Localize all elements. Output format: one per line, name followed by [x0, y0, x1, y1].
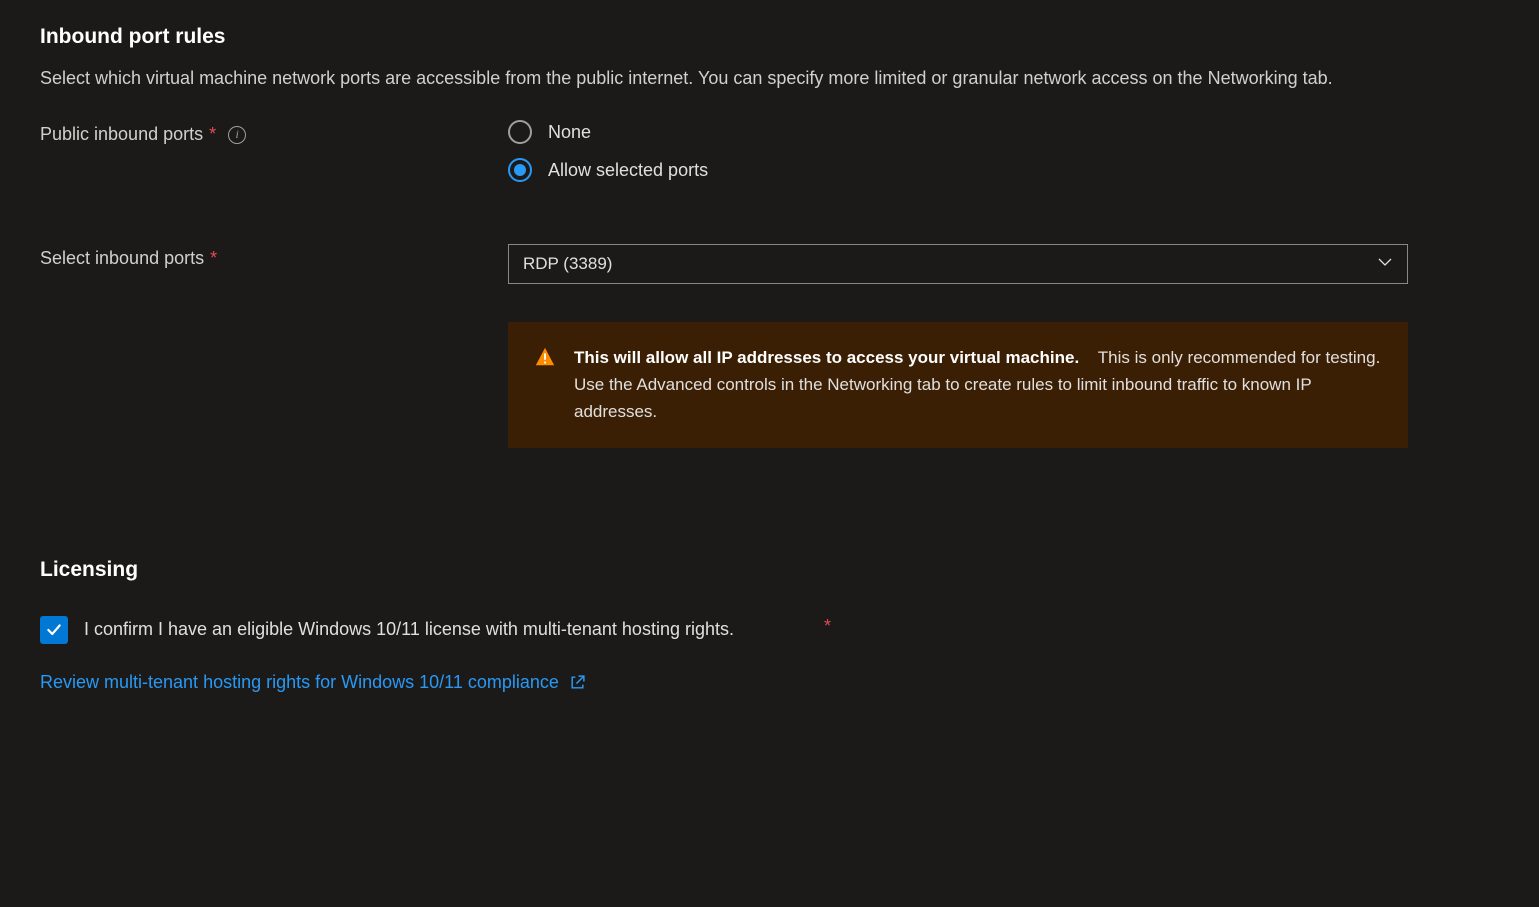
select-inbound-ports-controls: RDP (3389) This will allow all IP addres…: [508, 244, 1408, 448]
compliance-link[interactable]: Review multi-tenant hosting rights for W…: [40, 672, 586, 693]
licensing-heading: Licensing: [40, 558, 1499, 582]
select-inbound-ports-label: Select inbound ports *: [40, 244, 508, 269]
public-inbound-ports-label: Public inbound ports * i: [40, 120, 508, 145]
inbound-ports-warning: This will allow all IP addresses to acce…: [508, 322, 1408, 448]
required-indicator: *: [824, 616, 831, 637]
select-inbound-ports-value: RDP (3389): [523, 254, 612, 274]
select-inbound-ports-row: Select inbound ports * RDP (3389) This w…: [40, 244, 1499, 448]
radio-label-none: None: [548, 122, 591, 143]
public-inbound-ports-row: Public inbound ports * i None Allow sele…: [40, 120, 1499, 196]
external-link-icon: [569, 674, 586, 691]
radio-button-allow-selected[interactable]: [508, 158, 532, 182]
info-icon[interactable]: i: [228, 126, 246, 144]
warning-text-bold: This will allow all IP addresses to acce…: [574, 348, 1079, 367]
radio-option-none[interactable]: None: [508, 120, 1408, 144]
required-indicator: *: [209, 124, 216, 145]
licensing-section: Licensing I confirm I have an eligible W…: [40, 558, 1499, 693]
radio-label-allow-selected: Allow selected ports: [548, 160, 708, 181]
licensing-confirm-checkbox[interactable]: [40, 616, 68, 644]
select-inbound-ports-label-text: Select inbound ports: [40, 248, 204, 269]
licensing-confirm-label: I confirm I have an eligible Windows 10/…: [84, 616, 734, 644]
chevron-down-icon: [1377, 254, 1393, 275]
radio-option-allow-selected[interactable]: Allow selected ports: [508, 158, 1408, 182]
warning-icon: [534, 346, 556, 371]
public-inbound-ports-label-text: Public inbound ports: [40, 124, 203, 145]
required-indicator: *: [210, 248, 217, 269]
select-inbound-ports-dropdown[interactable]: RDP (3389): [508, 244, 1408, 284]
warning-text: This will allow all IP addresses to acce…: [574, 344, 1382, 426]
licensing-confirm-label-wrap: I confirm I have an eligible Windows 10/…: [84, 616, 1499, 644]
public-inbound-ports-controls: None Allow selected ports: [508, 120, 1408, 196]
compliance-link-text: Review multi-tenant hosting rights for W…: [40, 672, 559, 693]
radio-button-none[interactable]: [508, 120, 532, 144]
inbound-port-rules-description: Select which virtual machine network por…: [40, 65, 1360, 92]
inbound-port-rules-heading: Inbound port rules: [40, 25, 1499, 49]
licensing-confirm-row: I confirm I have an eligible Windows 10/…: [40, 616, 1499, 644]
